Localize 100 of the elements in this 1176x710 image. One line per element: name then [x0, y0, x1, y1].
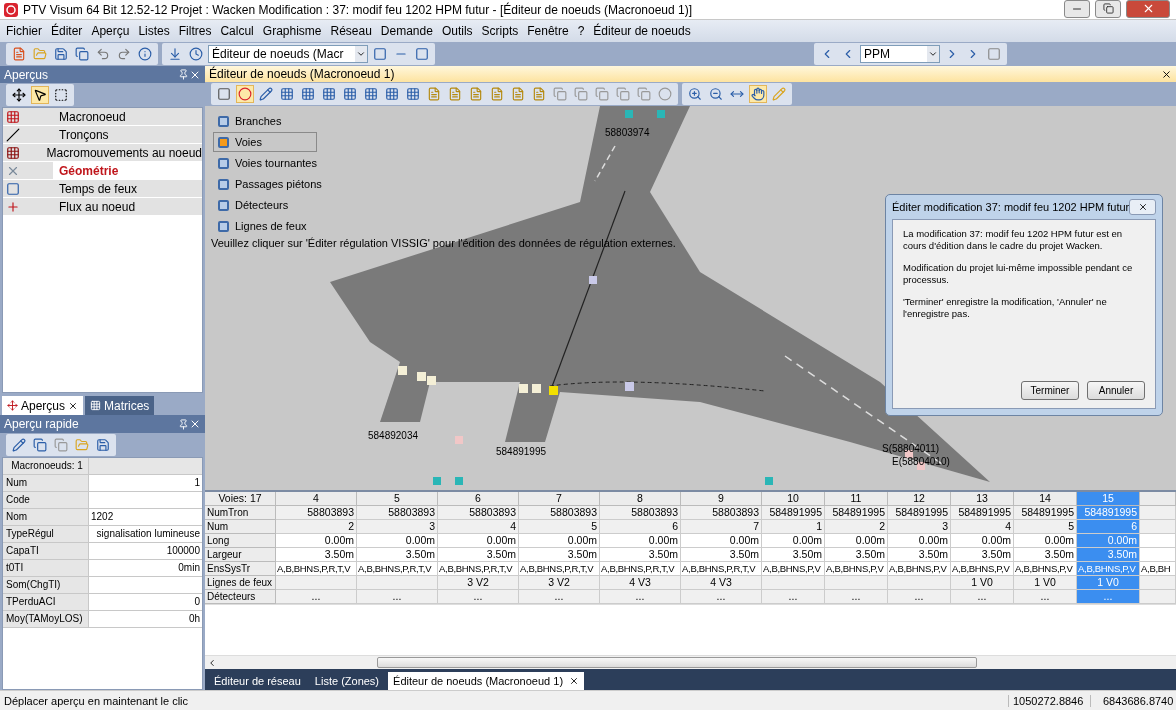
- table-cell[interactable]: [1140, 520, 1176, 534]
- table-cell[interactable]: A,B,BHNS,P,V: [1014, 562, 1077, 576]
- table-cell[interactable]: [825, 576, 888, 590]
- record-icon[interactable]: [236, 85, 254, 103]
- table-cell[interactable]: 2: [276, 520, 357, 534]
- close-icon[interactable]: [569, 676, 580, 686]
- table-cell[interactable]: 3.50m: [519, 548, 600, 562]
- table-cell[interactable]: 58803893: [519, 506, 600, 520]
- menu-item[interactable]: Listes: [138, 24, 170, 38]
- table-icon[interactable]: [341, 85, 359, 103]
- menu-item[interactable]: Éditer: [51, 24, 83, 38]
- table-icon[interactable]: [299, 85, 317, 103]
- copy-icon[interactable]: [551, 85, 569, 103]
- table-cell[interactable]: 58803893: [357, 506, 438, 520]
- table-cell[interactable]: 58803893: [438, 506, 519, 520]
- table-icon[interactable]: [362, 85, 380, 103]
- table-cell[interactable]: 3.50m: [681, 548, 762, 562]
- edit-icon[interactable]: [10, 436, 28, 454]
- table-cell[interactable]: 3.50m: [762, 548, 825, 562]
- table-cell[interactable]: 1 V0: [1014, 576, 1077, 590]
- copy-icon[interactable]: [614, 85, 632, 103]
- table-cell[interactable]: 58803893: [600, 506, 681, 520]
- table-cell[interactable]: 3.50m: [600, 548, 681, 562]
- table-cell[interactable]: [1140, 534, 1176, 548]
- table-cell[interactable]: 0.00m: [276, 534, 357, 548]
- table-cell[interactable]: ...: [762, 590, 825, 604]
- menu-item[interactable]: Outils: [441, 24, 473, 38]
- property-value[interactable]: 1: [89, 475, 202, 492]
- layer-toggle[interactable]: Voies tournantes: [213, 153, 327, 173]
- column-header[interactable]: 13: [951, 492, 1014, 506]
- table-cell[interactable]: 584891995: [1014, 506, 1077, 520]
- column-header[interactable]: 14: [1014, 492, 1077, 506]
- property-value[interactable]: 100000: [89, 543, 202, 560]
- selection-icon[interactable]: [52, 86, 70, 104]
- table-cell[interactable]: 4 V3: [600, 576, 681, 590]
- table-cell[interactable]: [1140, 506, 1176, 520]
- property-value[interactable]: 0h: [89, 611, 202, 628]
- table-cell[interactable]: 4: [438, 520, 519, 534]
- pin-icon[interactable]: [178, 418, 189, 430]
- table-cell[interactable]: 5: [1014, 520, 1077, 534]
- table-cell[interactable]: 4 V3: [681, 576, 762, 590]
- table-cell[interactable]: 3.50m: [438, 548, 519, 562]
- scroll-thumb[interactable]: [377, 657, 977, 668]
- clock-icon[interactable]: [187, 45, 205, 63]
- table-icon[interactable]: [320, 85, 338, 103]
- save-icon[interactable]: [94, 436, 112, 454]
- property-value[interactable]: 0: [89, 594, 202, 611]
- stop-icon[interactable]: [985, 45, 1003, 63]
- table-cell[interactable]: 0.00m: [600, 534, 681, 548]
- table-cell[interactable]: 0.00m: [762, 534, 825, 548]
- close-icon[interactable]: [68, 400, 79, 411]
- view-select[interactable]: Éditeur de noeuds (Macr: [208, 45, 368, 63]
- copy-icon[interactable]: [73, 45, 91, 63]
- table-cell[interactable]: 0.00m: [951, 534, 1014, 548]
- table-cell[interactable]: [357, 576, 438, 590]
- menu-item[interactable]: Éditeur de noeuds: [593, 24, 691, 38]
- close-button[interactable]: [1129, 199, 1156, 215]
- hand-icon[interactable]: [749, 85, 767, 103]
- table-cell[interactable]: A,B,BHNS,P,R,T,V: [357, 562, 438, 576]
- minimize-button[interactable]: [1064, 0, 1090, 18]
- table-cell[interactable]: 5: [519, 520, 600, 534]
- table-cell[interactable]: 7: [681, 520, 762, 534]
- document-tab[interactable]: Éditeur de réseau: [209, 672, 306, 690]
- table-icon[interactable]: [383, 85, 401, 103]
- menu-item[interactable]: Scripts: [481, 24, 519, 38]
- table-cell[interactable]: 0.00m: [681, 534, 762, 548]
- property-value[interactable]: 0min: [89, 560, 202, 577]
- circle-icon[interactable]: [656, 85, 674, 103]
- copy-icon[interactable]: [572, 85, 590, 103]
- table-cell[interactable]: [1140, 590, 1176, 604]
- table-cell[interactable]: 4: [951, 520, 1014, 534]
- variant-select[interactable]: PPM: [860, 45, 940, 63]
- table-cell[interactable]: 3 V2: [519, 576, 600, 590]
- table-cell[interactable]: ...: [888, 590, 951, 604]
- column-header[interactable]: 6: [438, 492, 519, 506]
- panel-tab[interactable]: Aperçus: [2, 396, 84, 415]
- table-cell[interactable]: 0.00m: [888, 534, 951, 548]
- column-header[interactable]: 10: [762, 492, 825, 506]
- table-cell[interactable]: ...: [951, 590, 1014, 604]
- table-cell[interactable]: ...: [276, 590, 357, 604]
- menu-item[interactable]: Réseau: [330, 24, 372, 38]
- close-button[interactable]: [1126, 0, 1170, 18]
- horizontal-scrollbar[interactable]: [205, 655, 1176, 669]
- table-cell[interactable]: A,B,BHNS,P,R,T,V: [681, 562, 762, 576]
- table-cell[interactable]: 0.00m: [438, 534, 519, 548]
- table-cell[interactable]: 584891995: [888, 506, 951, 520]
- table-cell[interactable]: A,B,BH: [1140, 562, 1176, 576]
- table-cell[interactable]: A,B,BHNS,P,R,T,V: [276, 562, 357, 576]
- menu-item[interactable]: Demande: [380, 24, 433, 38]
- menu-item[interactable]: ?: [577, 24, 585, 38]
- table-cell[interactable]: 584891995: [825, 506, 888, 520]
- move-icon[interactable]: [10, 86, 28, 104]
- layer-toggle[interactable]: Voies: [213, 132, 317, 152]
- table-cell[interactable]: 3.50m: [825, 548, 888, 562]
- column-header[interactable]: 12: [888, 492, 951, 506]
- table-cell[interactable]: A,B,BHNS,P,V: [825, 562, 888, 576]
- table-cell[interactable]: 6: [600, 520, 681, 534]
- table-cell[interactable]: A,B,BHNS,P,V: [888, 562, 951, 576]
- close-icon[interactable]: [1161, 68, 1172, 80]
- table-cell[interactable]: 3.50m: [951, 548, 1014, 562]
